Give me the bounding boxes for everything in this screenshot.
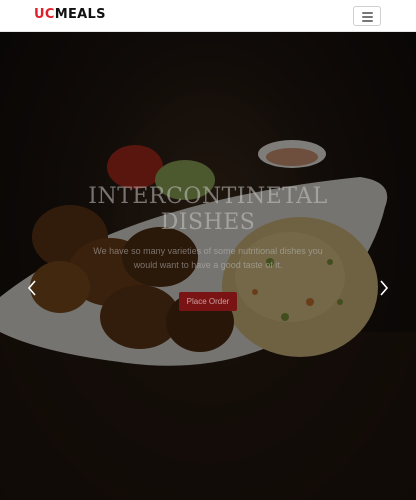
carousel-prev-button[interactable] [23, 279, 41, 301]
carousel-next-button[interactable] [375, 279, 393, 301]
menu-toggle-button[interactable] [353, 6, 381, 26]
hero-caption: INTERCONTINETAL DISHES We have so many v… [0, 184, 416, 311]
navbar: UCMEALS [0, 0, 416, 32]
brand-prefix: UC [34, 7, 55, 22]
chevron-left-icon [27, 280, 36, 296]
chevron-right-icon [380, 280, 389, 296]
hero-title: INTERCONTINETAL DISHES [88, 184, 328, 235]
brand-logo[interactable]: UCMEALS [34, 7, 106, 22]
place-order-button[interactable]: Place Order [178, 292, 238, 311]
hero-carousel: INTERCONTINETAL DISHES We have so many v… [0, 32, 416, 500]
hero-description: We have so many varieties of some nutrit… [93, 246, 323, 270]
brand-suffix: MEALS [54, 7, 106, 22]
